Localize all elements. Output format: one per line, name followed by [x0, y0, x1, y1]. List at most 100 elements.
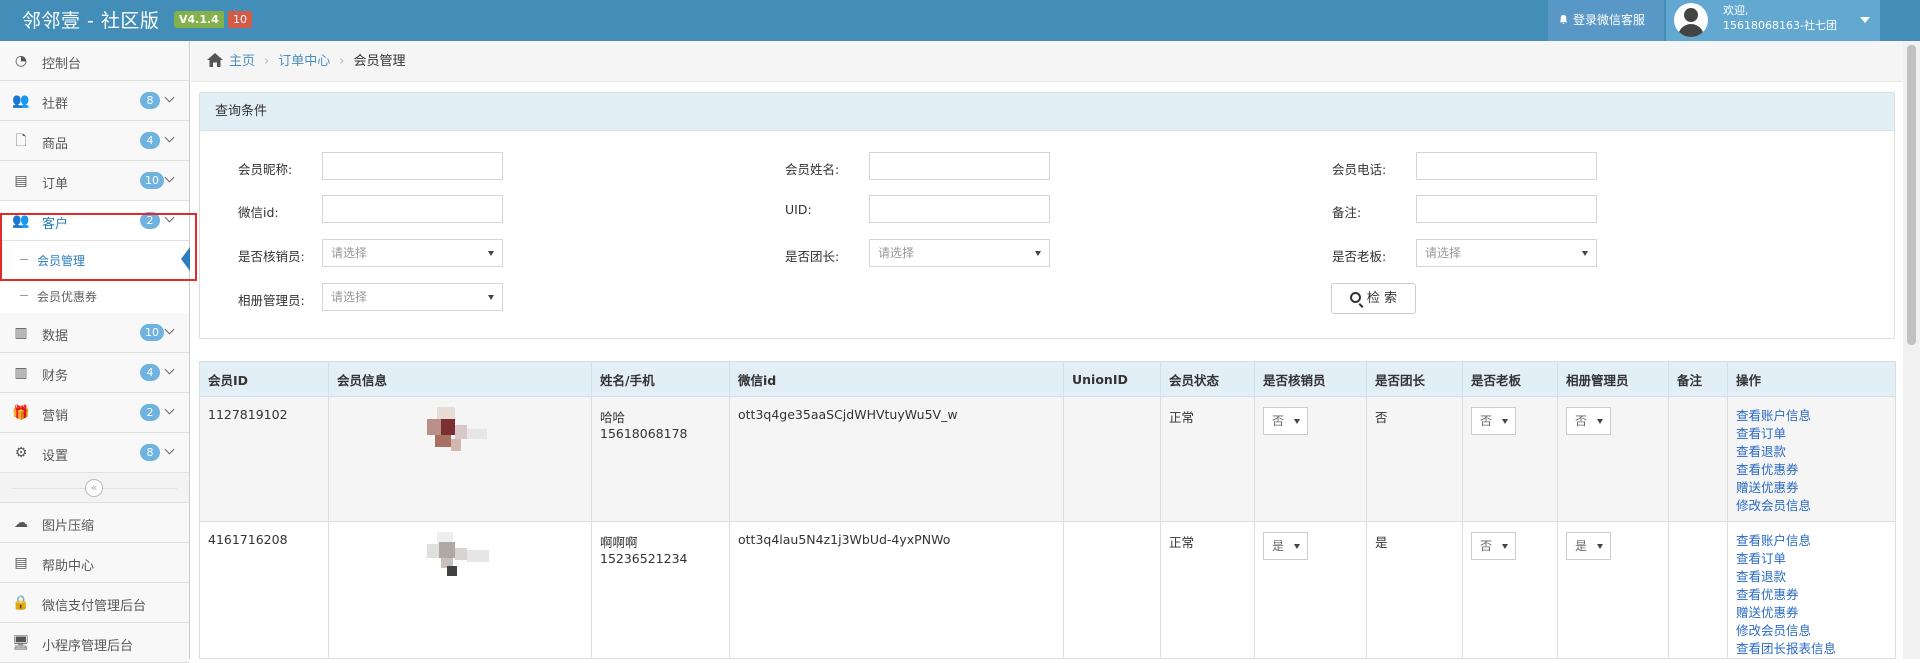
uid-input[interactable]: [869, 195, 1050, 223]
wxid-label: 微信id:: [238, 205, 279, 220]
sidebar-item-community[interactable]: 👥 社群 8: [0, 81, 189, 121]
verifier-cell: 否: [1254, 396, 1367, 522]
view-refunds-link[interactable]: 查看退款: [1736, 568, 1887, 586]
breadcrumb-parent[interactable]: 订单中心: [278, 54, 330, 69]
boss-select[interactable]: 否: [1471, 407, 1516, 435]
view-coupons-link[interactable]: 查看优惠券: [1736, 461, 1887, 479]
table-row: 4161716208 啊啊啊 15236521234 ott3q4lau5N4z1…: [199, 521, 1896, 659]
verifier-select[interactable]: 请选择: [322, 239, 503, 267]
view-orders-link[interactable]: 查看订单: [1736, 425, 1887, 443]
chevron-down-icon: [164, 324, 175, 335]
chevron-down-icon: [164, 132, 175, 143]
album-admin-cell: 是: [1557, 521, 1669, 659]
album-admin-select[interactable]: 否: [1566, 407, 1611, 435]
view-refunds-link[interactable]: 查看退款: [1736, 443, 1887, 461]
sidebar-collapse-bar: «: [0, 473, 189, 503]
column-header: 是否老板: [1462, 361, 1558, 397]
phone-input[interactable]: [1416, 152, 1597, 180]
page-scrollbar[interactable]: [1903, 41, 1920, 659]
sidebar-item-data[interactable]: ▥ 数据 10: [0, 313, 189, 353]
remark-input[interactable]: [1416, 195, 1597, 223]
column-header: 操作: [1727, 361, 1896, 397]
boss-cell: 否: [1462, 396, 1558, 522]
view-leader-report-link[interactable]: 查看团长报表信息: [1736, 640, 1887, 658]
boss-select[interactable]: 请选择: [1416, 239, 1597, 267]
member-avatar-blurred[interactable]: [427, 407, 517, 459]
sidebar-item-marketing[interactable]: 🎁 营销 2: [0, 393, 189, 433]
book-icon: ▤: [14, 555, 28, 571]
member-wxid: ott3q4lau5N4z1j3WbUd-4yxPNWo: [729, 521, 1064, 659]
sidebar-item-dashboard[interactable]: ◔ 控制台: [0, 41, 189, 81]
nickname-label: 会员昵称:: [238, 162, 293, 177]
count-badge: 10: [140, 324, 164, 341]
user-menu[interactable]: 欢迎, 15618068163-社七团: [1666, 0, 1880, 41]
gift-coupon-link[interactable]: 赠送优惠券: [1736, 479, 1887, 497]
verifier-cell: 是: [1254, 521, 1367, 659]
app-title[interactable]: 邻邻壹 - 社区版: [22, 6, 159, 33]
scrollbar-thumb[interactable]: [1907, 45, 1916, 345]
member-info: [328, 396, 592, 522]
member-info: [328, 521, 592, 659]
sidebar-item-label: 订单: [42, 177, 69, 192]
desktop-icon: 🖥: [12, 635, 30, 651]
welcome-text: 欢迎,: [1723, 4, 1749, 17]
album-admin-select[interactable]: 请选择: [322, 283, 503, 311]
sidebar-item-wxpay-admin[interactable]: 🔒 微信支付管理后台: [0, 583, 189, 623]
bar-chart-icon: ▥: [14, 365, 28, 381]
wechat-service-button[interactable]: 登录微信客服: [1548, 0, 1664, 41]
sidebar-item-label: 数据: [42, 329, 69, 344]
column-header: 是否团长: [1366, 361, 1463, 397]
user-name: 15618068163-社七团: [1723, 19, 1837, 32]
verifier-select[interactable]: 否: [1263, 407, 1308, 435]
leader-value: 否: [1366, 396, 1463, 522]
member-avatar-blurred[interactable]: [427, 532, 517, 584]
collapse-sidebar-icon[interactable]: «: [85, 479, 103, 497]
verifier-select[interactable]: 是: [1263, 532, 1308, 560]
sidebar-item-finance[interactable]: ▥ 财务 4: [0, 353, 189, 393]
chevron-down-icon: [164, 172, 175, 183]
uid-label: UID:: [785, 202, 812, 217]
edit-member-link[interactable]: 修改会员信息: [1736, 622, 1887, 640]
wxid-input[interactable]: [322, 195, 503, 223]
search-icon: [1349, 292, 1361, 303]
gift-coupon-link[interactable]: 赠送优惠券: [1736, 604, 1887, 622]
sidebar-item-help[interactable]: ▤ 帮助中心: [0, 543, 189, 583]
sidebar-item-label: 小程序管理后台: [42, 639, 134, 654]
sidebar-item-image-compress[interactable]: ☁ 图片压缩: [0, 503, 189, 543]
sidebar-item-orders[interactable]: ▤ 订单 10: [0, 161, 189, 201]
breadcrumb-home[interactable]: 主页: [229, 54, 255, 69]
breadcrumb-separator: ›: [339, 54, 345, 69]
sidebar-subitem-label: 会员优惠券: [37, 290, 98, 304]
breadcrumb-current: 会员管理: [353, 54, 406, 69]
sidebar-item-settings[interactable]: ⚙ 设置 8: [0, 433, 189, 473]
nickname-input[interactable]: [322, 152, 503, 180]
edit-member-link[interactable]: 修改会员信息: [1736, 497, 1887, 515]
sidebar-item-label: 微信支付管理后台: [42, 599, 147, 614]
chevron-down-icon: [164, 444, 175, 455]
member-table: 会员ID 会员信息 姓名/手机 微信id UnionID 会员状态 是否核销员 …: [199, 361, 1896, 659]
boss-label: 是否老板:: [1332, 249, 1387, 264]
column-header: UnionID: [1063, 361, 1161, 397]
chevron-down-icon: [164, 92, 175, 103]
member-name: 啊啊啊: [600, 535, 638, 550]
view-account-link[interactable]: 查看账户信息: [1736, 532, 1887, 550]
column-header: 相册管理员: [1557, 361, 1669, 397]
search-button[interactable]: 检 索: [1331, 283, 1416, 314]
leader-select[interactable]: 请选择: [869, 239, 1050, 267]
sidebar-item-miniprogram-admin[interactable]: 🖥 小程序管理后台: [0, 623, 189, 663]
breadcrumb: 主页 › 订单中心 › 会员管理: [191, 41, 1903, 82]
sidebar-item-label: 控制台: [42, 57, 82, 72]
album-admin-select[interactable]: 是: [1566, 532, 1611, 560]
view-account-link[interactable]: 查看账户信息: [1736, 407, 1887, 425]
sidebar-subitem-member-coupons[interactable]: 会员优惠券: [0, 277, 189, 313]
view-orders-link[interactable]: 查看订单: [1736, 550, 1887, 568]
top-navbar: 邻邻壹 - 社区版 V4.1.4 10 登录微信客服 欢迎, 156180681…: [0, 0, 1920, 41]
name-input[interactable]: [869, 152, 1050, 180]
dashboard-icon: ◔: [14, 53, 28, 69]
boss-select[interactable]: 否: [1471, 532, 1516, 560]
sidebar-item-goods[interactable]: 🗋 商品 4: [0, 121, 189, 161]
member-phone: 15618068178: [600, 426, 688, 441]
view-coupons-link[interactable]: 查看优惠券: [1736, 586, 1887, 604]
boss-cell: 否: [1462, 521, 1558, 659]
member-unionid: [1063, 396, 1161, 522]
